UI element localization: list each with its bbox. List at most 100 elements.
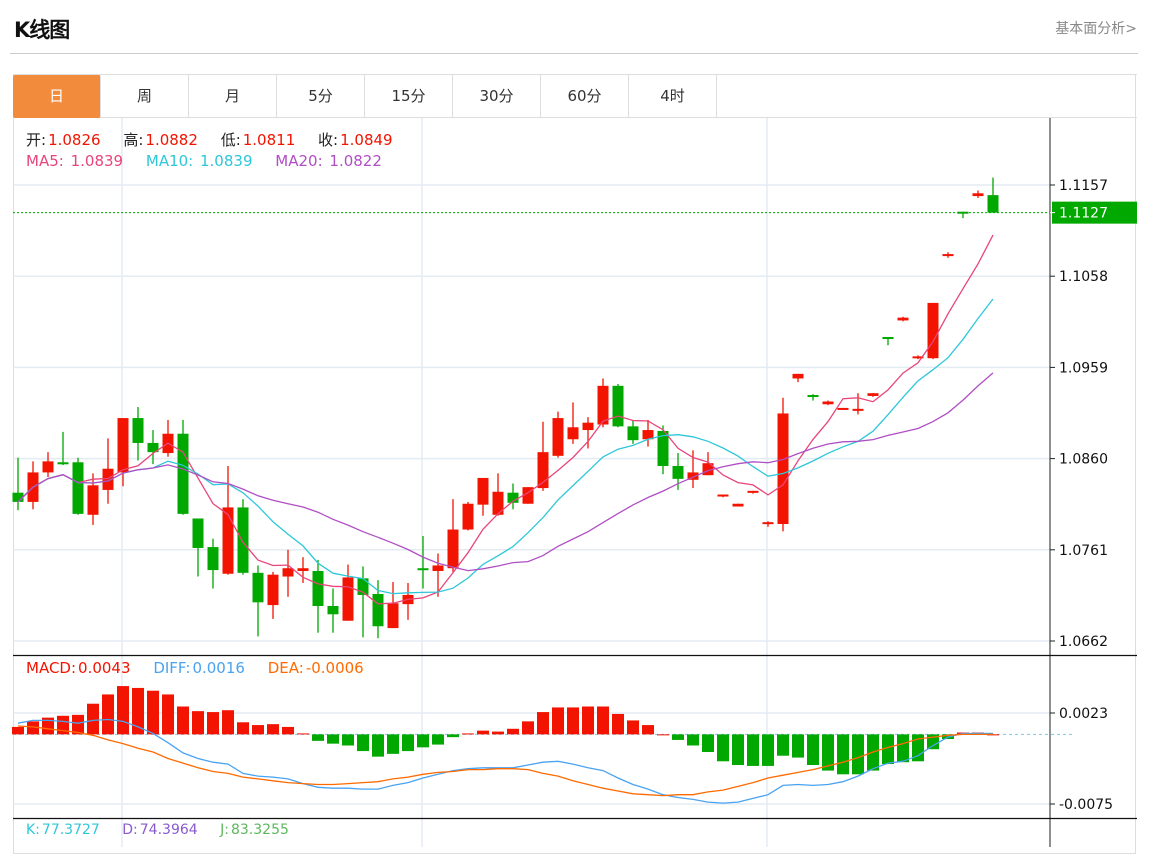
candle-body — [207, 547, 219, 571]
candle-up — [402, 582, 414, 620]
candle-up — [897, 316, 909, 322]
candle-body — [852, 408, 864, 411]
candle-body — [297, 568, 309, 571]
candle-down — [312, 559, 324, 633]
macd-bar-positive — [102, 694, 114, 735]
candle-body — [987, 195, 999, 213]
candle-body — [747, 490, 759, 493]
macd-bar-negative — [777, 734, 789, 756]
k-value: 77.3727 — [41, 822, 100, 838]
candle-down — [987, 177, 999, 213]
candle-up — [492, 473, 504, 516]
candle-body — [492, 491, 504, 515]
macd-bar-positive — [252, 725, 264, 735]
close-value: 1.0849 — [340, 131, 393, 149]
candle-body — [72, 462, 84, 514]
candle-up — [972, 190, 984, 198]
candle-up — [387, 582, 399, 629]
price-tick-label: 1.0860 — [1059, 452, 1108, 468]
candle-up — [537, 421, 549, 491]
j-label: J: — [220, 822, 229, 838]
macd-bar-negative — [417, 734, 429, 748]
candle-body — [342, 577, 354, 621]
candle-body — [237, 507, 249, 573]
candle-up — [732, 503, 744, 507]
dea-value: -0.0006 — [305, 659, 364, 677]
ma10-value: 1.0839 — [200, 152, 253, 170]
candle-down — [612, 383, 624, 428]
price-tick-label: 1.0662 — [1059, 634, 1108, 650]
d-label: D: — [122, 822, 138, 838]
candle-body — [432, 565, 444, 571]
low-label: 低: — [220, 131, 241, 149]
candle-down — [237, 499, 249, 575]
d-value: 74.3964 — [139, 822, 198, 838]
macd-bar-negative — [672, 734, 684, 740]
candle-down — [807, 394, 819, 401]
macd-bar-positive — [477, 730, 489, 735]
close-label: 收: — [318, 131, 339, 149]
candle-down — [507, 483, 519, 510]
macd-value: 0.0043 — [78, 659, 131, 677]
candle-body — [582, 422, 594, 431]
macd-bar-positive — [612, 713, 624, 735]
candle-body — [387, 603, 399, 629]
candle-body — [882, 337, 894, 339]
ma10-label: MA10: — [145, 152, 194, 170]
open-label: 开: — [26, 131, 47, 149]
candle-body — [897, 317, 909, 321]
macd-bar-positive — [282, 726, 294, 735]
macd-bar-positive — [462, 733, 474, 735]
candle-body — [567, 427, 579, 440]
candle-up — [822, 400, 834, 406]
candle-up — [687, 450, 699, 489]
macd-bar-negative — [387, 734, 399, 754]
j-value: 83.3255 — [230, 822, 289, 838]
candle-up — [162, 419, 174, 457]
macd-tick-label: 0.0023 — [1059, 706, 1108, 722]
ma20-label: MA20: — [275, 152, 323, 170]
candle-down — [192, 518, 204, 577]
macd-bar-positive — [552, 707, 564, 735]
macd-bar-negative — [732, 734, 744, 765]
candle-body — [87, 485, 99, 515]
macd-bar-negative — [792, 734, 804, 758]
price-tick-label: 1.1157 — [1059, 178, 1108, 194]
candle-body — [252, 572, 264, 603]
ma5-line — [17, 234, 994, 605]
candle-down — [627, 419, 639, 444]
candle-up — [567, 402, 579, 444]
candle-down — [57, 431, 69, 466]
candle-up — [867, 393, 879, 397]
candle-down — [657, 425, 669, 475]
candle-up — [717, 494, 729, 498]
candle-body — [222, 507, 234, 574]
candle-body — [612, 385, 624, 427]
candle-body — [822, 401, 834, 405]
candle-body — [837, 407, 849, 410]
macd-bar-negative — [402, 734, 414, 752]
macd-bar-negative — [762, 734, 774, 766]
price-tick-label: 1.0959 — [1059, 360, 1108, 376]
candle-body — [597, 385, 609, 425]
candle-body — [42, 461, 54, 473]
candle-body — [327, 605, 339, 615]
macd-bar-positive — [162, 694, 174, 735]
macd-bar-negative — [687, 734, 699, 746]
candle-up — [777, 397, 789, 532]
candle-body — [117, 418, 129, 473]
macd-bar-positive — [117, 686, 129, 735]
diff-value: 0.0016 — [192, 659, 245, 677]
k-label: K: — [26, 822, 40, 838]
candle-body — [282, 568, 294, 577]
macd-label: MACD: — [26, 659, 77, 677]
ma-info: MA5: 1.0839 MA10: 1.0839 MA20: 1.0822 — [26, 152, 384, 170]
macd-bar-positive — [582, 706, 594, 735]
candle-body — [807, 395, 819, 398]
kline-chart[interactable]: 1.1157 1.1058 1.0959 1.0860 1.0761 1.0662 0.00… — [0, 0, 1157, 847]
ma20-value: 1.0822 — [329, 152, 382, 170]
candle-body — [867, 393, 879, 396]
candle-up — [552, 411, 564, 458]
dea-label: DEA: — [267, 659, 304, 677]
candle-body — [717, 494, 729, 497]
